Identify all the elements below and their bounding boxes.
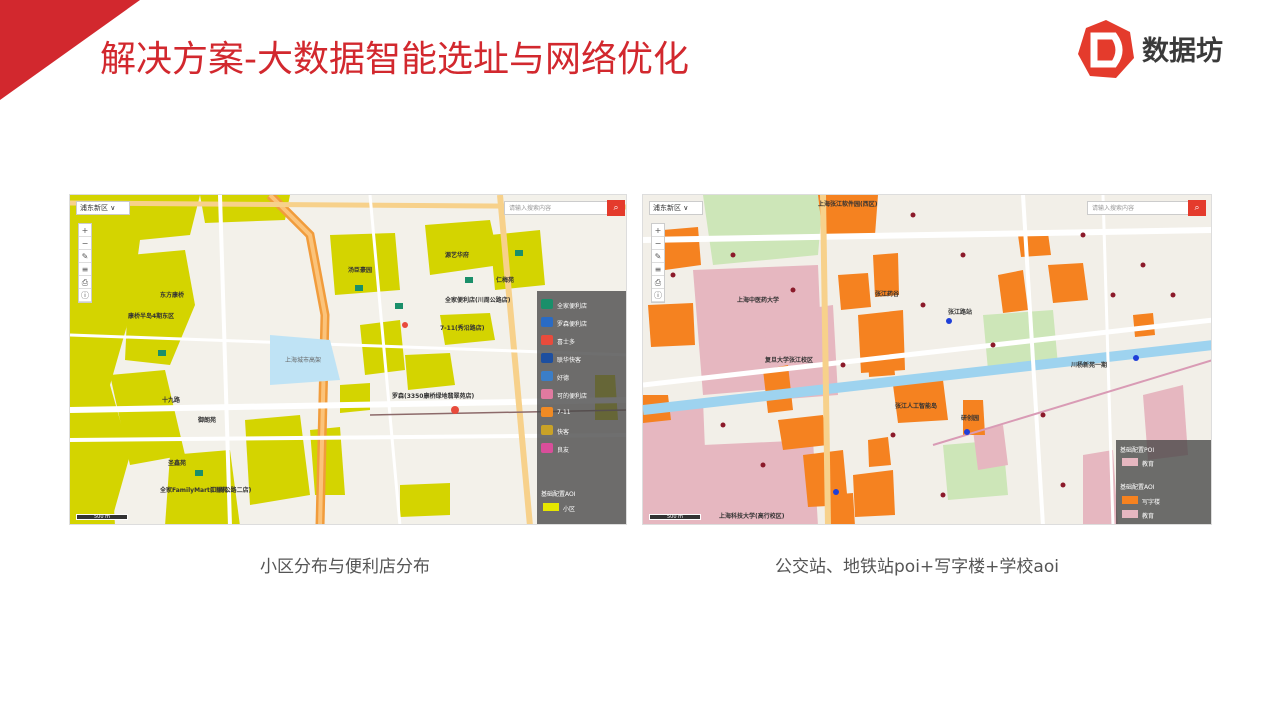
map1-label: 圣鑫苑 xyxy=(168,460,187,467)
legend-item: 良友 xyxy=(557,447,570,454)
map1-label: 罗森(3350康桥绿地翡翠苑店) xyxy=(392,393,475,400)
store-icon xyxy=(541,335,553,345)
legend-item: 小区 xyxy=(563,506,576,513)
map1-caption: 小区分布与便利店分布 xyxy=(260,557,430,577)
map1-search-input[interactable]: 请输入搜索内容 xyxy=(504,201,608,215)
store-icon xyxy=(541,443,553,453)
map1-label: 全家FamilyMart(川周公路二店) xyxy=(160,487,252,494)
map1-legend: 全家便利店 罗森便利店 喜士多 联华快客 好德 可的便利店 7-11 快客 良友… xyxy=(537,291,626,524)
map2-label: 川杨新苑一期 xyxy=(1071,362,1108,369)
map2-label: 张江路站 xyxy=(948,309,973,316)
residential-swatch xyxy=(543,503,559,511)
legend-item: 联华快客 xyxy=(557,357,582,364)
district-select[interactable]: 浦东新区 ∨ xyxy=(76,201,130,215)
zoom-in-button[interactable]: + xyxy=(79,224,91,237)
layers-icon[interactable]: ≡ xyxy=(652,263,664,276)
map1-scale: 500 m xyxy=(76,514,128,520)
legend-item: 可的便利店 xyxy=(557,393,588,400)
map2-scale: 500 m xyxy=(649,514,701,520)
map1-label: 御朗苑 xyxy=(198,417,217,424)
store-icon xyxy=(541,389,553,399)
legend-item: 7-11 xyxy=(557,409,571,416)
map1-label: 仁梅苑 xyxy=(496,277,515,284)
lawson-icon xyxy=(541,317,553,327)
store-icon xyxy=(541,425,553,435)
legend-item: 好德 xyxy=(557,375,570,382)
map1-label: 十九路 xyxy=(162,397,181,404)
map-transit-offices-schools[interactable]: 浦东新区 ∨ 请输入搜索内容 ⌕ + − ✎ ≡ ⎙ ⓘ 500 m 上海张江软… xyxy=(642,194,1212,525)
slide-title: 解决方案-大数据智能选址与网络优化 xyxy=(100,39,689,80)
logo-text: 数据坊 xyxy=(1142,36,1223,67)
education-swatch xyxy=(1122,510,1138,518)
map1-label: 汤臣豪园 xyxy=(348,267,373,274)
map2-label: 上海张江软件园(西区) xyxy=(818,201,878,208)
legend-item: 全家便利店 xyxy=(557,303,588,310)
legend-title: 基础配置POI xyxy=(1120,447,1155,454)
map1-label: 源艺华府 xyxy=(445,252,470,259)
legend-item: 罗森便利店 xyxy=(557,321,588,328)
layers-icon[interactable]: ≡ xyxy=(79,263,91,276)
print-icon[interactable]: ⎙ xyxy=(652,276,664,289)
slide: 解决方案-大数据智能选址与网络优化 数据坊 浦东新区 ∨ 请输入搜索内容 ⌕ +… xyxy=(0,0,1280,720)
legend-item: 喜士多 xyxy=(557,339,576,346)
map2-caption: 公交站、地铁站poi+写字楼+学校aoi xyxy=(775,557,1059,577)
store-icon xyxy=(541,353,553,363)
legend-item: 教育 xyxy=(1142,461,1155,468)
map2-label: 研创园 xyxy=(961,415,980,422)
map1-toolbar: + − ✎ ≡ ⎙ ⓘ xyxy=(78,223,92,303)
legend-title: 基础配置AOI xyxy=(1120,484,1155,491)
legend-item: 写字楼 xyxy=(1142,499,1161,506)
map2-label: 上海中医药大学 xyxy=(737,297,780,304)
draw-icon[interactable]: ✎ xyxy=(79,250,91,263)
legend-item: 快客 xyxy=(557,429,570,436)
info-icon[interactable]: ⓘ xyxy=(79,289,91,302)
zoom-in-button[interactable]: + xyxy=(652,224,664,237)
legend-title: 基础配置AOI xyxy=(541,491,576,498)
district-select[interactable]: 浦东新区 ∨ xyxy=(649,201,703,215)
zoom-out-button[interactable]: − xyxy=(652,237,664,250)
map2-label: 张江药谷 xyxy=(875,291,900,298)
map1-label: 东方康桥 xyxy=(160,292,185,299)
familymart-icon xyxy=(541,299,553,309)
info-icon[interactable]: ⓘ xyxy=(652,289,664,302)
zoom-out-button[interactable]: − xyxy=(79,237,91,250)
map-residential-stores[interactable]: 浦东新区 ∨ 请输入搜索内容 ⌕ + − ✎ ≡ ⎙ ⓘ 500 m 汤臣豪园 … xyxy=(69,194,627,525)
map2-search-icon[interactable]: ⌕ xyxy=(1188,200,1206,216)
office-swatch xyxy=(1122,496,1138,504)
legend-item: 教育 xyxy=(1142,513,1155,520)
map1-label: 7-11(秀沿路店) xyxy=(440,325,485,332)
draw-icon[interactable]: ✎ xyxy=(652,250,664,263)
education-swatch xyxy=(1122,458,1138,466)
seven-eleven-icon xyxy=(541,407,553,417)
map2-label: 上海科技大学(高行校区) xyxy=(719,513,785,520)
map2-toolbar: + − ✎ ≡ ⎙ ⓘ xyxy=(651,223,665,303)
store-icon xyxy=(541,371,553,381)
map1-search-icon[interactable]: ⌕ xyxy=(607,200,625,216)
map1-label: 全家便利店(川周公路店) xyxy=(445,297,511,304)
map1-label: 康桥半岛4期东区 xyxy=(128,313,175,320)
map1-label: 上海城市高架 xyxy=(285,357,322,364)
map2-legend: 基础配置POI 教育 基础配置AOI 写字楼 教育 xyxy=(1116,440,1211,524)
map2-label: 张江人工智能岛 xyxy=(895,403,938,410)
map2-search-input[interactable]: 请输入搜索内容 xyxy=(1087,201,1189,215)
print-icon[interactable]: ⎙ xyxy=(79,276,91,289)
map2-label: 复旦大学张江校区 xyxy=(765,357,814,364)
